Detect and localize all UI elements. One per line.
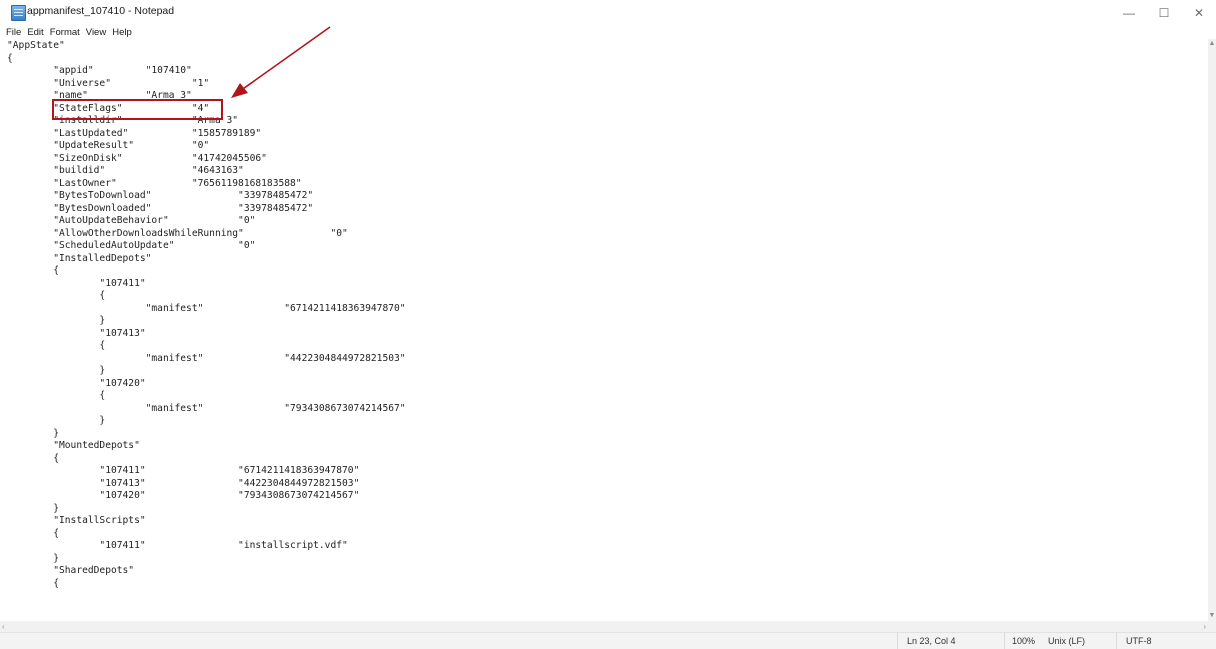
status-divider xyxy=(897,633,898,649)
menu-view[interactable]: View xyxy=(86,27,106,38)
menu-help[interactable]: Help xyxy=(112,27,132,38)
scrollbar-corner xyxy=(1208,621,1216,632)
window-title: appmanifest_107410 - Notepad xyxy=(27,5,175,17)
scroll-up-icon[interactable]: ▲ xyxy=(1208,39,1216,49)
maximize-button[interactable]: ☐ xyxy=(1145,0,1183,25)
status-divider xyxy=(1004,633,1005,649)
zoom-level: 100% xyxy=(1012,636,1036,646)
document-text[interactable]: "AppState" { "appid" "107410" "Universe"… xyxy=(7,40,406,590)
status-divider xyxy=(1116,633,1117,649)
encoding: UTF-8 xyxy=(1126,636,1152,646)
annotation-highlight-box xyxy=(52,99,223,120)
status-bar: Ln 23, Col 4 100% Unix (LF) UTF-8 xyxy=(0,632,1216,649)
menu-file[interactable]: File xyxy=(6,27,21,38)
horizontal-scrollbar[interactable]: ‹ › xyxy=(0,621,1208,632)
scroll-left-icon[interactable]: ‹ xyxy=(2,621,5,632)
menu-bar: File Edit Format View Help xyxy=(0,25,132,39)
cursor-position: Ln 23, Col 4 xyxy=(907,636,956,646)
scroll-right-icon[interactable]: › xyxy=(1203,621,1206,632)
minimize-button[interactable]: — xyxy=(1110,0,1148,25)
vertical-scrollbar[interactable]: ▲ ▼ xyxy=(1208,39,1216,621)
text-editor-area[interactable]: "AppState" { "appid" "107410" "Universe"… xyxy=(0,39,1208,621)
scroll-down-icon[interactable]: ▼ xyxy=(1208,611,1216,621)
notepad-app-icon xyxy=(11,5,26,21)
title-bar: appmanifest_107410 - Notepad — ☐ ✕ xyxy=(0,0,1216,25)
menu-edit[interactable]: Edit xyxy=(27,27,43,38)
menu-format[interactable]: Format xyxy=(50,27,80,38)
line-ending: Unix (LF) xyxy=(1048,636,1086,646)
close-button[interactable]: ✕ xyxy=(1180,0,1216,25)
